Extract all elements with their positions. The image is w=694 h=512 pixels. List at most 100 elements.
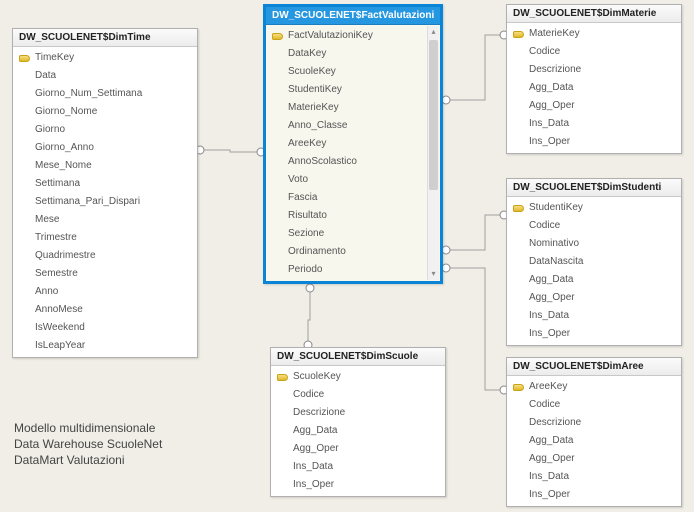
table-column[interactable]: Fascia: [266, 189, 426, 207]
column-name: Ins_Data: [529, 470, 675, 484]
table-column[interactable]: Ins_Oper: [507, 133, 681, 151]
column-icon: [511, 257, 525, 267]
table-column[interactable]: Codice: [507, 217, 681, 235]
table-column[interactable]: IsWeekend: [13, 319, 197, 337]
table-column[interactable]: Nominativo: [507, 235, 681, 253]
table-column[interactable]: StudentiKey: [507, 199, 681, 217]
table-column[interactable]: Agg_Data: [271, 422, 445, 440]
table-column[interactable]: Ordinamento: [266, 243, 426, 261]
table-column[interactable]: DataNascita: [507, 253, 681, 271]
table-column[interactable]: Descrizione: [507, 414, 681, 432]
column-icon: [17, 179, 31, 189]
column-name: Ordinamento: [288, 245, 420, 259]
table-column[interactable]: Semestre: [13, 265, 197, 283]
table-column[interactable]: Codice: [507, 43, 681, 61]
column-name: TimeKey: [35, 51, 191, 65]
table-column[interactable]: Descrizione: [507, 61, 681, 79]
table-column[interactable]: AreeKey: [507, 378, 681, 396]
column-name: Anno_Classe: [288, 119, 420, 133]
table-header: DW_SCUOLENET$DimTime: [13, 29, 197, 47]
table-column[interactable]: Agg_Data: [507, 79, 681, 97]
table-dimtime[interactable]: DW_SCUOLENET$DimTime TimeKeyDataGiorno_N…: [12, 28, 198, 358]
column-icon: [270, 211, 284, 221]
table-column[interactable]: Sezione: [266, 225, 426, 243]
table-column[interactable]: Quadrimestre: [13, 247, 197, 265]
table-column[interactable]: Giorno_Num_Settimana: [13, 85, 197, 103]
table-column[interactable]: Data: [13, 67, 197, 85]
caption-line: Modello multidimensionale: [14, 420, 162, 436]
column-name: MaterieKey: [288, 101, 420, 115]
column-name: AreeKey: [288, 137, 420, 151]
column-icon: [511, 275, 525, 285]
column-name: Codice: [529, 219, 675, 233]
table-dimaree[interactable]: DW_SCUOLENET$DimAree AreeKeyCodiceDescri…: [506, 357, 682, 507]
table-column[interactable]: Agg_Oper: [507, 289, 681, 307]
table-column[interactable]: DataKey: [266, 45, 426, 63]
table-column[interactable]: Ins_Oper: [507, 486, 681, 504]
column-name: Descrizione: [529, 63, 675, 77]
primary-key-icon: [511, 382, 525, 392]
table-column[interactable]: AreeKey: [266, 135, 426, 153]
table-column[interactable]: Mese: [13, 211, 197, 229]
column-name: Risultato: [288, 209, 420, 223]
table-column[interactable]: Giorno: [13, 121, 197, 139]
column-name: Trimestre: [35, 231, 191, 245]
scroll-up-icon[interactable]: ▴: [428, 26, 439, 38]
table-column[interactable]: Ins_Data: [507, 115, 681, 133]
table-column[interactable]: Periodo: [266, 261, 426, 279]
table-column[interactable]: FactValutazioniKey: [266, 27, 426, 45]
table-column[interactable]: Trimestre: [13, 229, 197, 247]
table-dimmaterie[interactable]: DW_SCUOLENET$DimMaterie MaterieKeyCodice…: [506, 4, 682, 154]
table-column[interactable]: Anno_Classe: [266, 117, 426, 135]
column-name: AnnoMese: [35, 303, 191, 317]
table-column[interactable]: ScuoleKey: [271, 368, 445, 386]
scroll-down-icon[interactable]: ▾: [428, 268, 439, 280]
table-dimscuole[interactable]: DW_SCUOLENET$DimScuole ScuoleKeyCodiceDe…: [270, 347, 446, 497]
table-column[interactable]: Ins_Oper: [507, 325, 681, 343]
column-icon: [17, 125, 31, 135]
column-name: Quadrimestre: [35, 249, 191, 263]
table-column[interactable]: Agg_Data: [507, 271, 681, 289]
table-column[interactable]: Mese_Nome: [13, 157, 197, 175]
table-column[interactable]: Voto: [266, 171, 426, 189]
table-dimstudenti[interactable]: DW_SCUOLENET$DimStudenti StudentiKeyCodi…: [506, 178, 682, 346]
table-column[interactable]: Ins_Data: [271, 458, 445, 476]
column-name: Ins_Data: [529, 309, 675, 323]
table-column[interactable]: AnnoScolastico: [266, 153, 426, 171]
table-column[interactable]: Agg_Oper: [507, 97, 681, 115]
column-icon: [270, 85, 284, 95]
table-column[interactable]: Giorno_Anno: [13, 139, 197, 157]
table-body: AreeKeyCodiceDescrizioneAgg_DataAgg_Oper…: [507, 376, 681, 506]
table-column[interactable]: Agg_Data: [507, 432, 681, 450]
table-column[interactable]: Descrizione: [271, 404, 445, 422]
column-name: Anno: [35, 285, 191, 299]
table-column[interactable]: Settimana: [13, 175, 197, 193]
table-column[interactable]: Risultato: [266, 207, 426, 225]
column-icon: [270, 193, 284, 203]
column-name: Mese: [35, 213, 191, 227]
table-column[interactable]: Ins_Data: [507, 468, 681, 486]
scrollbar[interactable]: ▴ ▾: [427, 26, 439, 280]
table-column[interactable]: Agg_Oper: [271, 440, 445, 458]
table-column[interactable]: Ins_Data: [507, 307, 681, 325]
table-column[interactable]: StudentiKey: [266, 81, 426, 99]
table-column[interactable]: Codice: [507, 396, 681, 414]
table-column[interactable]: Settimana_Pari_Dispari: [13, 193, 197, 211]
table-column[interactable]: ScuoleKey: [266, 63, 426, 81]
column-icon: [17, 251, 31, 261]
table-column[interactable]: Ins_Oper: [271, 476, 445, 494]
table-column[interactable]: IsLeapYear: [13, 337, 197, 355]
column-name: Codice: [293, 388, 439, 402]
table-column[interactable]: Anno: [13, 283, 197, 301]
table-column[interactable]: Codice: [271, 386, 445, 404]
scroll-thumb[interactable]: [429, 40, 438, 190]
table-column[interactable]: TimeKey: [13, 49, 197, 67]
column-icon: [511, 454, 525, 464]
table-column[interactable]: Agg_Oper: [507, 450, 681, 468]
table-factvalutazioni[interactable]: DW_SCUOLENET$FactValutazioni FactValutaz…: [263, 4, 443, 284]
table-column[interactable]: MaterieKey: [507, 25, 681, 43]
column-name: Settimana_Pari_Dispari: [35, 195, 191, 209]
table-column[interactable]: MaterieKey: [266, 99, 426, 117]
table-column[interactable]: Giorno_Nome: [13, 103, 197, 121]
table-column[interactable]: AnnoMese: [13, 301, 197, 319]
